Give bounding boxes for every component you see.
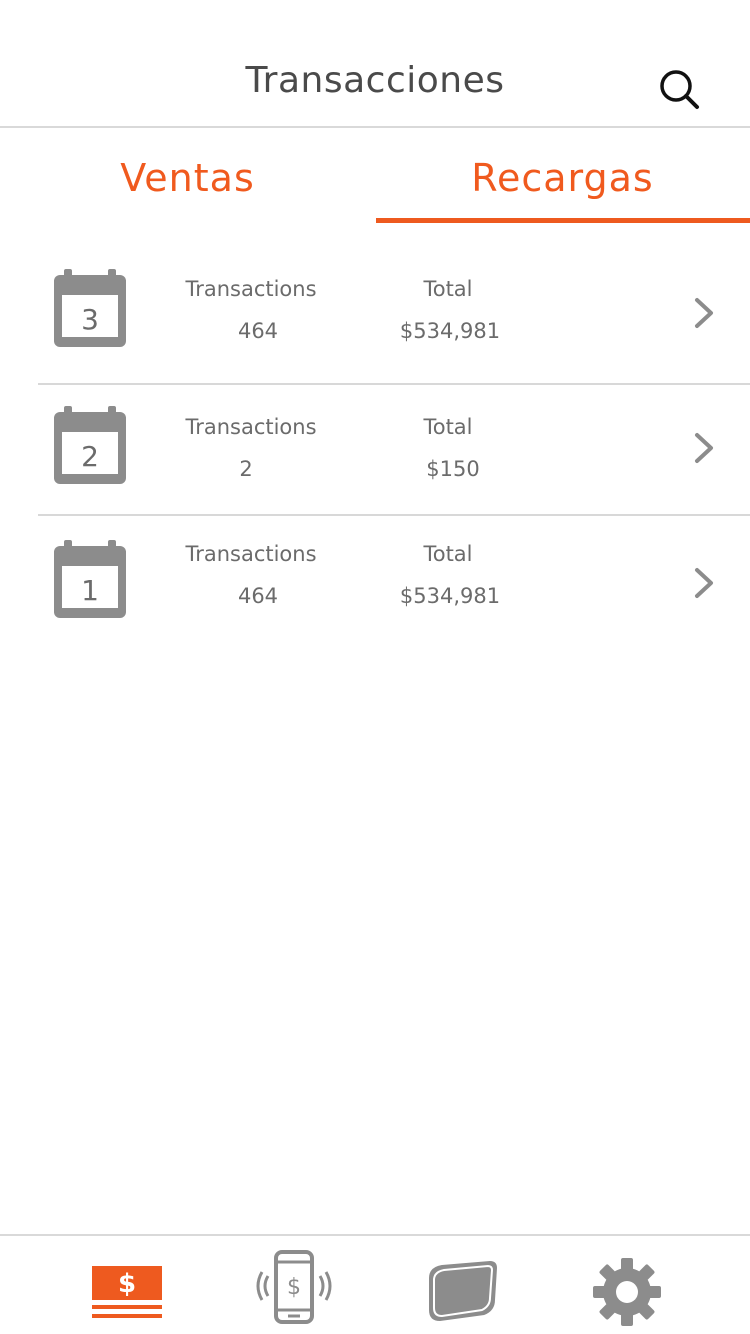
- tab-ventas[interactable]: Ventas: [0, 128, 375, 224]
- bottom-navigation: $ $: [0, 1234, 750, 1334]
- total-value: $534,981: [399, 584, 501, 608]
- sales-icon: $: [92, 1266, 162, 1318]
- chevron-right-icon: [692, 431, 716, 465]
- chevron-right-icon: [692, 296, 716, 330]
- tab-recargas-label: Recargas: [471, 156, 654, 200]
- calendar-icon: 3: [54, 269, 126, 347]
- search-button[interactable]: [656, 66, 704, 114]
- header: Transacciones: [0, 0, 750, 128]
- chevron-right-icon: [692, 566, 716, 600]
- transactions-label: Transactions: [185, 277, 317, 301]
- tab-recargas[interactable]: Recargas: [375, 128, 750, 224]
- total-label: Total: [423, 542, 473, 566]
- calendar-icon: 2: [54, 406, 126, 484]
- list-item[interactable]: 3 Transactions 464 Total $534,981: [38, 250, 750, 385]
- transactions-label: Transactions: [185, 415, 317, 439]
- nav-sales[interactable]: $: [82, 1244, 172, 1330]
- svg-text:$: $: [287, 1275, 301, 1300]
- gear-icon: [593, 1258, 661, 1326]
- phone-payment-icon: $: [256, 1250, 332, 1324]
- active-tab-indicator: [376, 218, 750, 223]
- total-value: $150: [426, 457, 480, 481]
- total-label: Total: [423, 277, 473, 301]
- calendar-icon: 1: [54, 540, 126, 618]
- total-value: $534,981: [399, 319, 501, 343]
- nav-card[interactable]: [418, 1244, 508, 1330]
- calendar-day: 3: [81, 303, 99, 336]
- page-title: Transacciones: [245, 60, 505, 101]
- total-label: Total: [423, 415, 473, 439]
- transactions-count: 2: [239, 457, 253, 481]
- transactions-label: Transactions: [185, 542, 317, 566]
- nav-phone-payment[interactable]: $: [250, 1244, 340, 1330]
- transactions-count: 464: [237, 584, 279, 608]
- nav-settings[interactable]: [582, 1244, 672, 1330]
- svg-text:$: $: [118, 1269, 136, 1299]
- list-item[interactable]: 2 Transactions 2 Total $150: [38, 385, 750, 516]
- tab-bar: Ventas Recargas: [0, 128, 750, 224]
- calendar-day: 2: [81, 440, 99, 473]
- tab-ventas-label: Ventas: [120, 156, 255, 200]
- calendar-day: 1: [81, 574, 99, 607]
- card-icon: [429, 1260, 498, 1322]
- list-item[interactable]: 1 Transactions 464 Total $534,981: [38, 516, 750, 646]
- transactions-count: 464: [237, 319, 279, 343]
- search-icon: [660, 70, 699, 109]
